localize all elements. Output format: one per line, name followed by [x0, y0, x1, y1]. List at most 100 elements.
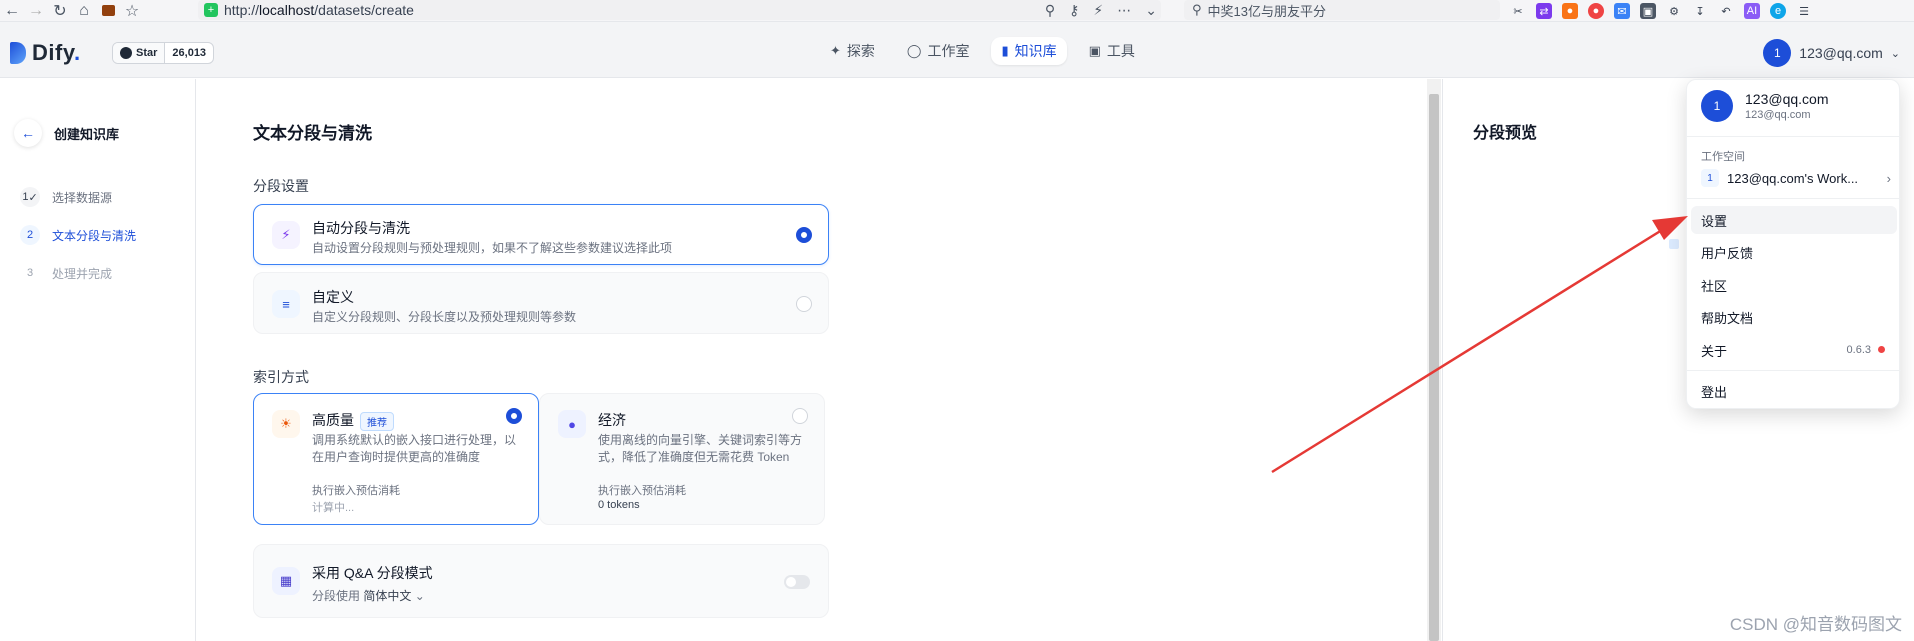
more-icon[interactable]: ⋯: [1117, 2, 1131, 19]
user-dropdown-menu: 1 123@qq.com 123@qq.com 工作空间 1 123@qq.co…: [1686, 79, 1901, 409]
sun-icon: ☀: [272, 410, 300, 438]
logo-mark-icon: [10, 42, 26, 64]
zoom-icon[interactable]: ⚲: [1045, 2, 1055, 19]
back-arrow-icon[interactable]: ←: [0, 0, 24, 22]
step-number: 3: [26, 267, 34, 279]
option-custom-segment[interactable]: ≡ 自定义 自定义分段规则、分段长度以及预处理规则等参数: [253, 272, 829, 334]
undo-icon[interactable]: ↶: [1718, 3, 1734, 19]
radio-custom[interactable]: [796, 296, 812, 312]
chevron-down-icon[interactable]: ⌄: [1145, 2, 1157, 19]
update-indicator-dot: [1878, 346, 1885, 353]
watermark: CSDN @知音数码图文: [1729, 615, 1902, 634]
index-high-quality[interactable]: ☀ 高质量 推荐 调用系统默认的嵌入接口进行处理，以在用户查询时提供更高的准确度 …: [253, 393, 539, 525]
user-email: 123@qq.com: [1799, 45, 1883, 61]
menu-about[interactable]: 关于 0.6.3: [1691, 336, 1897, 364]
version-label: 0.6.3: [1846, 344, 1871, 356]
main-scrollbar[interactable]: [1427, 79, 1441, 641]
menu-help-docs[interactable]: 帮助文档: [1691, 303, 1897, 331]
qa-mode-card: ▦ 采用 Q&A 分段模式 分段使用 简体中文 ⌄: [253, 544, 829, 618]
create-stepper: ← 创建知识库 1 ✓ 选择数据源 2 文本分段与清洗 3 处理并完成: [0, 79, 196, 641]
segment-settings-panel: 文本分段与清洗 分段设置 ⚡ 自动分段与清洗 自动设置分段规则与预处理规则，如果…: [197, 79, 1427, 641]
book-icon: ▮: [1001, 43, 1009, 58]
forward-arrow-icon[interactable]: →: [24, 0, 48, 22]
radio-economy[interactable]: [792, 408, 808, 424]
index-section-label: 索引方式: [253, 369, 309, 385]
dropdown-user-name: 123@qq.com: [1745, 91, 1829, 107]
back-button[interactable]: ←: [14, 119, 42, 147]
star-label: Star: [136, 47, 158, 59]
star-count: 26,013: [172, 47, 207, 59]
step-select-source[interactable]: 1 ✓ 选择数据源: [20, 187, 112, 207]
translate-icon[interactable]: ⇄: [1536, 3, 1552, 19]
menu-icon[interactable]: ☰: [1796, 3, 1812, 19]
divider: [1687, 370, 1901, 371]
top-nav: ✦ 探索 ◯ 工作室 ▮ 知识库 ▣ 工具: [820, 37, 1145, 65]
chevron-right-icon: ›: [1886, 170, 1891, 186]
page-title: 文本分段与清洗: [253, 124, 372, 143]
menu-community[interactable]: 社区: [1691, 271, 1897, 299]
key-icon[interactable]: ⚷: [1069, 2, 1079, 19]
radio-auto[interactable]: [796, 227, 812, 243]
address-bar[interactable]: + http://localhost/datasets/create ⚲ ⚷ ⚡…: [198, 0, 1161, 20]
window-icon[interactable]: ▣: [1640, 3, 1656, 19]
reload-icon[interactable]: ↻: [48, 0, 72, 22]
toolbox-icon: ▣: [1088, 43, 1101, 58]
browser-search-box[interactable]: ⚲ 中奖13亿与朋友平分: [1184, 0, 1500, 20]
scrollbar-thumb[interactable]: [1429, 94, 1439, 641]
logo-text: Dify: [32, 40, 74, 65]
ai-icon[interactable]: AI: [1744, 3, 1760, 19]
dify-logo[interactable]: Dify.: [10, 40, 81, 66]
arrow-left-icon: ←: [21, 125, 35, 141]
chevron-down-icon: ⌄: [414, 589, 425, 603]
workspace-item[interactable]: 1 123@qq.com's Work... ›: [1701, 166, 1891, 190]
option-auto-segment[interactable]: ⚡ 自动分段与清洗 自动设置分段规则与预处理规则，如果不了解这些参数建议选择此项: [253, 204, 829, 265]
mail-icon[interactable]: ✉: [1614, 3, 1630, 19]
step-segment: 2 文本分段与清洗: [20, 225, 136, 245]
briefcase-icon[interactable]: [96, 0, 120, 22]
puzzle-icon[interactable]: ⚙: [1666, 3, 1682, 19]
app-header: Dify. Star 26,013 ✦ 探索 ◯ 工作室 ▮ 知识库 ▣ 工具 1 12…: [0, 22, 1914, 78]
avatar: 1: [1763, 39, 1792, 67]
workspace-label: 工作空间: [1701, 151, 1745, 163]
sliders-icon: ≡: [272, 290, 300, 318]
github-icon: [120, 47, 132, 59]
menu-settings[interactable]: 设置: [1691, 206, 1897, 234]
home-icon[interactable]: ⌂: [72, 0, 96, 22]
download-icon[interactable]: ↧: [1692, 3, 1708, 19]
nav-studio[interactable]: ◯ 工作室: [897, 37, 980, 65]
user-menu-trigger[interactable]: 1 123@qq.com ⌄: [1763, 38, 1900, 68]
nav-knowledge[interactable]: ▮ 知识库: [991, 37, 1067, 65]
chevron-down-icon: ⌄: [1890, 47, 1900, 60]
bookmark-star-icon[interactable]: ☆: [120, 0, 144, 22]
nav-tools[interactable]: ▣ 工具: [1079, 37, 1145, 65]
search-text: 中奖13亿与朋友平分: [1207, 3, 1326, 19]
language-select[interactable]: 简体中文: [363, 589, 411, 603]
weibo-icon[interactable]: ●: [1588, 3, 1604, 19]
menu-logout[interactable]: 登出: [1691, 377, 1897, 405]
search-icon: ⚲: [1192, 2, 1202, 17]
logo-dot: .: [73, 40, 81, 65]
index-economy[interactable]: ● 经济 使用离线的向量引擎、关键词索引等方式，降低了准确度但无需花费 Toke…: [539, 393, 825, 525]
step-number: 2: [20, 225, 40, 245]
preview-title: 分段预览: [1473, 125, 1538, 142]
avatar: 1: [1701, 90, 1733, 122]
menu-feedback[interactable]: 用户反馈: [1691, 238, 1897, 266]
github-star-button[interactable]: Star 26,013: [112, 42, 215, 64]
shield-icon: +: [204, 3, 218, 17]
gamepad-icon[interactable]: ●: [1562, 3, 1578, 19]
qa-mode-toggle[interactable]: [784, 575, 810, 589]
edge-icon[interactable]: e: [1770, 3, 1786, 19]
preview-placeholder-icon: [1669, 239, 1679, 249]
magic-wand-icon: ⚡: [272, 221, 300, 249]
scissors-icon[interactable]: ✂: [1510, 3, 1526, 19]
radio-high-quality[interactable]: [506, 408, 522, 424]
step-number: 1 ✓: [20, 187, 40, 207]
divider: [1687, 198, 1901, 199]
recommended-badge: 推荐: [360, 411, 394, 431]
robot-icon: ◯: [906, 43, 922, 58]
check-icon: ✓: [28, 191, 38, 204]
nav-explore[interactable]: ✦ 探索: [820, 37, 885, 65]
lightning-icon[interactable]: ⚡: [1093, 2, 1103, 19]
chat-bubble-icon: ▦: [272, 567, 300, 595]
piggy-bank-icon: ●: [558, 410, 586, 438]
